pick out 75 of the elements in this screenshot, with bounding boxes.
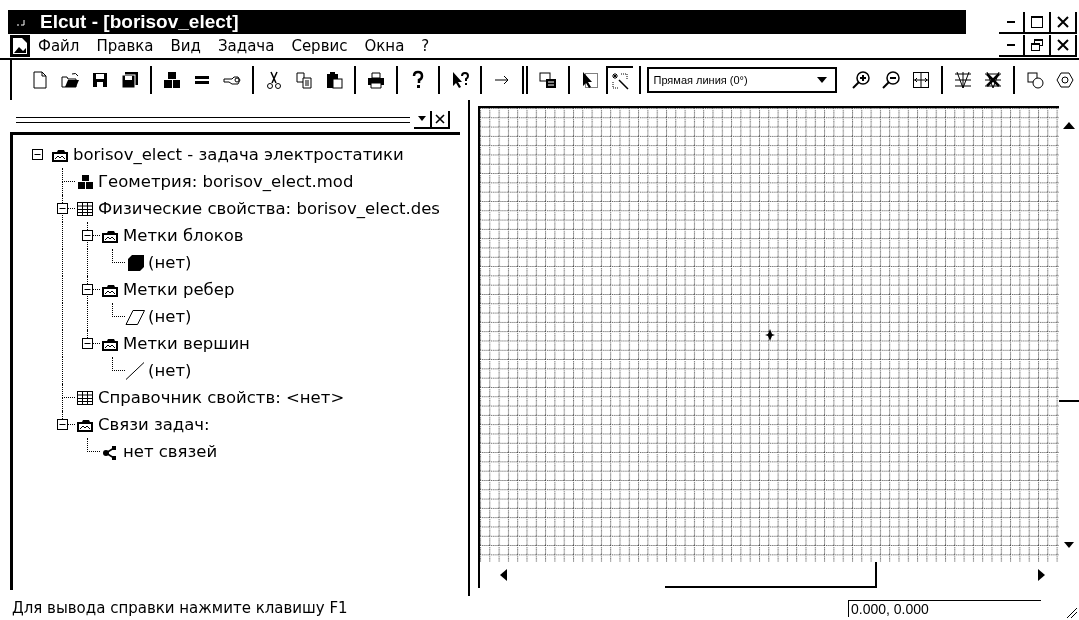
- caret-icon: [418, 116, 426, 122]
- save-all-icon: [119, 70, 140, 90]
- collapse-toggle[interactable]: [32, 149, 43, 160]
- snap-icon: [610, 71, 631, 91]
- scroll-thumb[interactable]: [665, 562, 877, 588]
- menu-item[interactable]: Задача: [217, 37, 275, 55]
- grid-canvas[interactable]: [478, 106, 1059, 562]
- collapse-toggle[interactable]: [57, 419, 68, 430]
- status-message: Для вывода справки нажмите клавишу F1: [12, 599, 348, 617]
- menu-item[interactable]: Файл: [38, 37, 80, 55]
- mesh-icon: [953, 70, 974, 90]
- tree-item[interactable]: (нет): [148, 361, 192, 380]
- dropdown-icon: [817, 77, 828, 83]
- collapse-toggle[interactable]: [57, 203, 68, 214]
- collapse-toggle[interactable]: [82, 230, 93, 241]
- close-icon: [1057, 39, 1069, 51]
- menu-item[interactable]: Окна: [364, 37, 405, 55]
- maximize-icon: [1031, 16, 1043, 28]
- resize-grip-icon[interactable]: [1065, 606, 1077, 618]
- menu-item[interactable]: Сервис: [291, 37, 348, 55]
- panel-grip[interactable]: [16, 117, 410, 123]
- copy-icon: [293, 70, 314, 90]
- maximize-button[interactable]: [1025, 12, 1051, 34]
- open-folder-icon: [59, 70, 80, 90]
- table-icon: [75, 388, 95, 407]
- origin-icon: [764, 329, 775, 341]
- tree-item[interactable]: Метки ребер: [123, 280, 235, 299]
- tree-item[interactable]: Метки блоков: [123, 226, 244, 245]
- menu-item[interactable]: Вид: [170, 37, 201, 55]
- close-icon: [1057, 16, 1069, 28]
- scroll-left-icon[interactable]: [500, 569, 507, 581]
- restore-icon: [1030, 38, 1044, 52]
- shapes-icon: [1025, 70, 1046, 90]
- tree-item[interactable]: Связи задач:: [98, 415, 210, 434]
- toolbar-grip[interactable]: [521, 66, 528, 94]
- collapse-toggle[interactable]: [82, 338, 93, 349]
- tree-item[interactable]: Геометрия: borisov_elect.mod: [98, 172, 354, 191]
- blocks-icon: [75, 172, 95, 191]
- tree-item[interactable]: borisov_elect - задача электростатики: [73, 145, 404, 164]
- window-title: Elcut - [borisov_elect]: [40, 11, 239, 33]
- close-button[interactable]: [1051, 12, 1077, 34]
- new-file-icon: [30, 70, 50, 90]
- close-icon: [435, 114, 445, 124]
- minimize-icon: [1007, 44, 1015, 46]
- zoom-out-icon: [881, 70, 902, 90]
- restore-button[interactable]: [1025, 35, 1051, 57]
- zoom-in-icon: [851, 70, 872, 90]
- tree-item[interactable]: Справочник свойств: <нет>: [98, 388, 345, 407]
- windows-icon: [537, 70, 558, 90]
- panel-close-button[interactable]: [432, 111, 450, 129]
- scroll-down-icon[interactable]: [1064, 542, 1074, 548]
- minimize-button[interactable]: [999, 35, 1025, 57]
- mesh-delete-icon: [983, 70, 1004, 90]
- tree-item[interactable]: (нет): [148, 307, 192, 326]
- blocks-icon: [161, 70, 182, 90]
- collapse-toggle[interactable]: [82, 284, 93, 295]
- coordinates-field: 0.000, 0.000: [848, 599, 1041, 617]
- table-icon: [75, 199, 95, 218]
- tree-item[interactable]: Физические свойства: borisov_elect.des: [98, 199, 440, 218]
- slash-icon: [125, 361, 145, 380]
- minimize-icon: [1007, 21, 1015, 23]
- tree-item[interactable]: Метки вершин: [123, 334, 250, 353]
- close-button[interactable]: [1051, 35, 1077, 57]
- scroll-right-icon[interactable]: [1038, 569, 1045, 581]
- parallelogram-icon: [125, 307, 145, 326]
- printer-icon: [365, 70, 386, 90]
- scroll-up-icon[interactable]: [1063, 122, 1075, 129]
- menu-item[interactable]: ?: [421, 37, 430, 55]
- tree-item[interactable]: (нет): [148, 253, 192, 272]
- shape-combo[interactable]: Прямая линия (0°): [647, 67, 838, 93]
- app-icon: [16, 18, 28, 26]
- zoom-fit-icon: [911, 70, 932, 90]
- tree-item[interactable]: нет связей: [123, 442, 218, 461]
- block-icon: [125, 253, 145, 272]
- menu-item[interactable]: Правка: [96, 37, 154, 55]
